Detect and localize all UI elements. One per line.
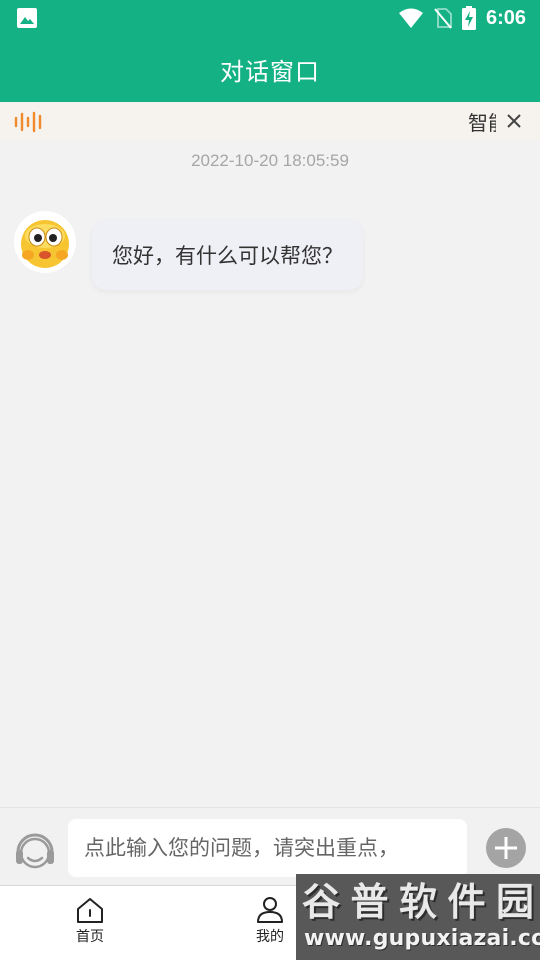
notice-bar: 智能客服 (0, 102, 540, 140)
battery-charging-icon (461, 6, 476, 30)
watermark: 谷 普 软 件 园 www.gupuxiazai.com (296, 874, 540, 960)
wifi-icon (398, 8, 423, 28)
nav-label: 首页 (76, 929, 104, 945)
watermark-char: 园 (495, 880, 534, 924)
home-icon (77, 898, 103, 923)
add-attachment-button[interactable] (486, 828, 526, 868)
page-title: 对话窗口 (220, 57, 320, 86)
close-icon[interactable] (504, 111, 524, 131)
plus-icon (495, 837, 517, 859)
message-text: 您好，有什么可以帮您？ (112, 244, 343, 268)
watermark-char: 件 (447, 880, 486, 924)
nav-item-home[interactable]: 首页 (45, 886, 135, 960)
bot-message-bubble: 您好，有什么可以帮您？ (92, 220, 363, 290)
emoji-avatar-icon (21, 220, 69, 268)
notice-text: 智能客服 (468, 111, 496, 135)
watermark-url: www.gupuxiazai.com (304, 926, 540, 951)
app-header: 对话窗口 (0, 36, 540, 102)
watermark-char: 普 (350, 880, 389, 924)
image-icon (17, 8, 37, 28)
status-bar: 6:06 (0, 0, 540, 36)
watermark-title: 谷 普 软 件 园 (302, 880, 534, 924)
message-timestamp: 2022-10-20 18:05:59 (191, 151, 349, 170)
bot-avatar (14, 211, 76, 273)
notice-marquee[interactable]: 智能客服 (60, 102, 496, 140)
message-input[interactable] (68, 819, 467, 877)
status-time: 6:06 (485, 6, 526, 29)
nav-label: 我的 (256, 929, 284, 945)
user-icon (257, 897, 283, 923)
sound-wave-icon (14, 111, 42, 133)
no-sim-icon (434, 8, 452, 29)
headset-icon[interactable] (14, 828, 56, 870)
watermark-char: 软 (398, 880, 437, 924)
watermark-char: 谷 (302, 880, 341, 924)
